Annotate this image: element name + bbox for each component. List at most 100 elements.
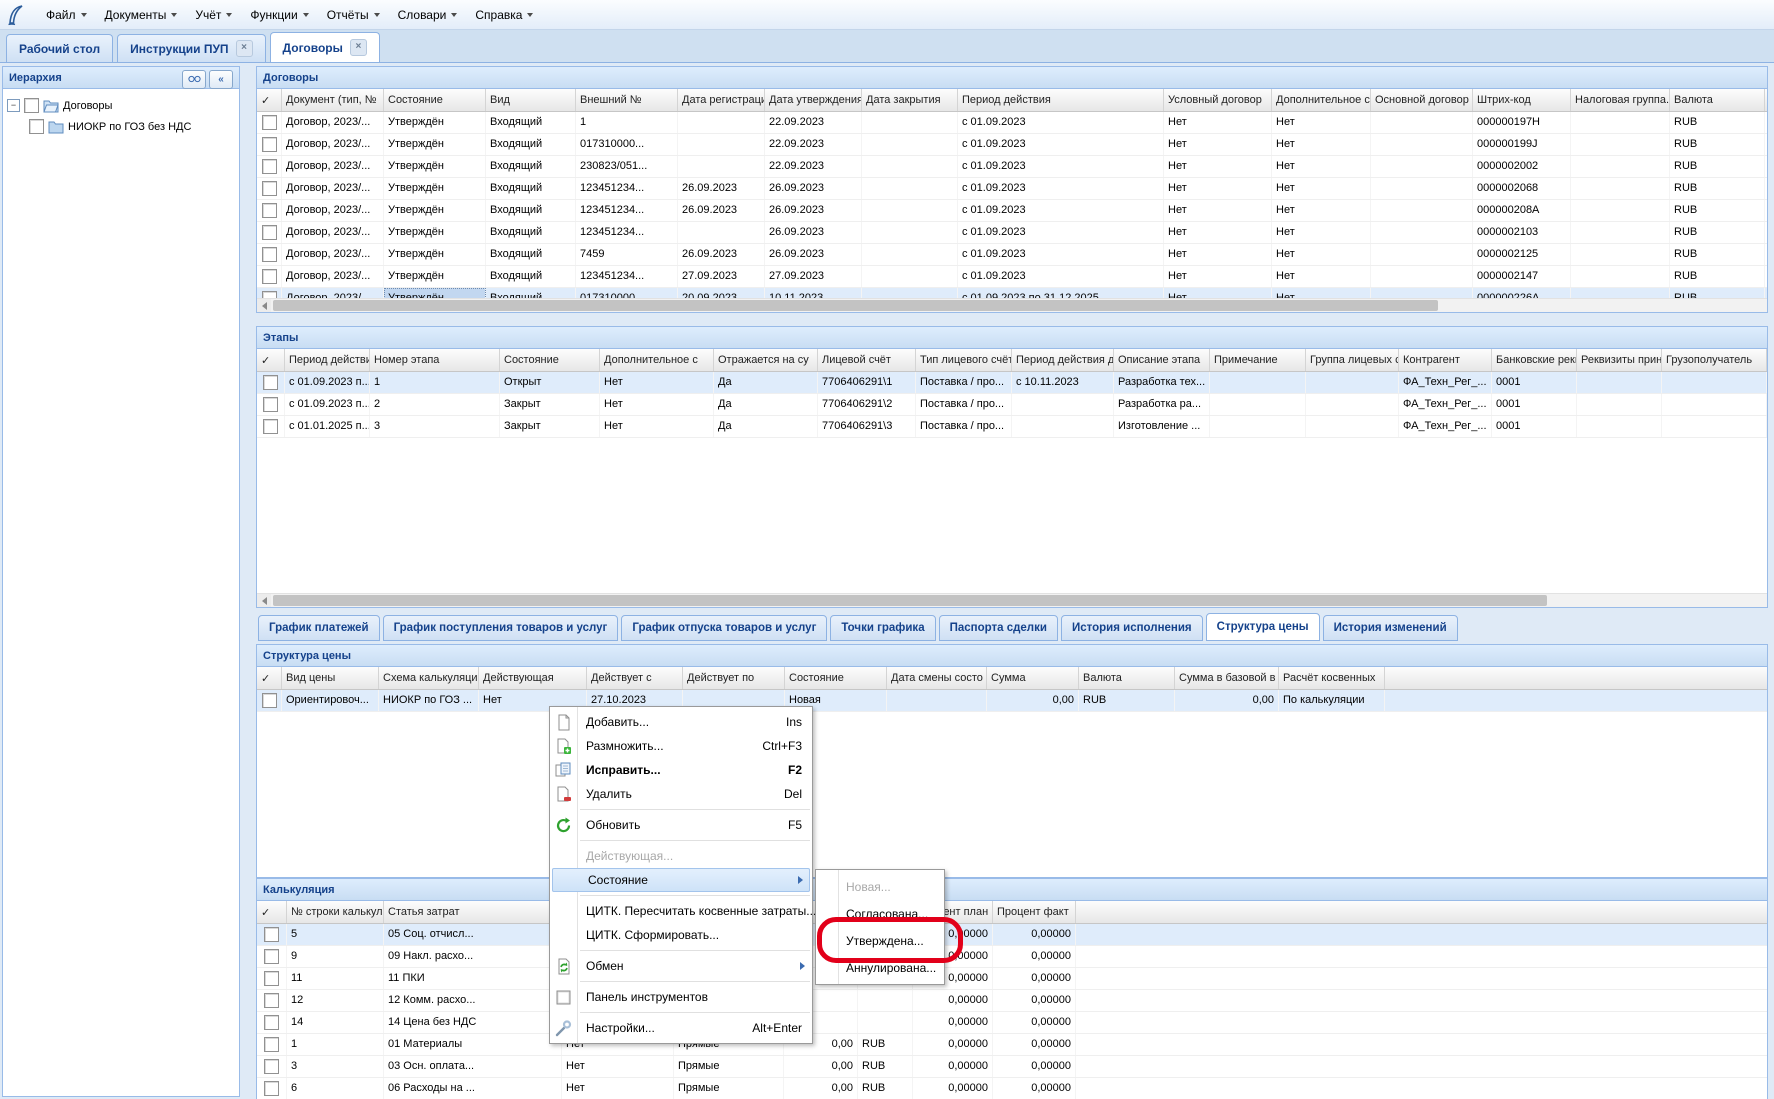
row-checkbox[interactable]	[263, 397, 278, 412]
table-row[interactable]: 1212 Комм. расхо...Нет0,000000,00000	[257, 990, 1767, 1012]
panel-splitter[interactable]	[241, 66, 255, 1097]
menu-item-обмен[interactable]: Обмен	[550, 954, 812, 978]
column-header[interactable]: Сумма в базовой в	[1175, 667, 1279, 689]
column-header[interactable]: Статья затрат	[384, 901, 562, 923]
tab-Договоры[interactable]: Договоры×	[270, 32, 380, 62]
detail-tab-1[interactable]: График платежей	[258, 615, 380, 641]
column-header[interactable]: Условный договор	[1164, 89, 1272, 111]
row-checkbox[interactable]	[262, 159, 277, 174]
scrollbar-thumb[interactable]	[273, 300, 1438, 311]
table-row[interactable]: 606 Расходы на ...НетПрямые0,00RUB0,0000…	[257, 1078, 1767, 1099]
menu-item-размножить-[interactable]: Размножить...Ctrl+F3	[550, 734, 812, 758]
table-row[interactable]: 101 МатериалыНетПрямые0,00RUB0,000000,00…	[257, 1034, 1767, 1056]
column-header[interactable]: ✓	[257, 667, 282, 689]
column-header[interactable]: Банковские рекви	[1492, 349, 1577, 371]
column-header[interactable]: Дата утверждения	[765, 89, 862, 111]
detail-tab-3[interactable]: График отпуска товаров и услуг	[621, 615, 827, 641]
tab-Инструкции ПУП[interactable]: Инструкции ПУП×	[117, 34, 265, 62]
table-row[interactable]: с 01.09.2023 п...1ОткрытНетДа7706406291\…	[257, 372, 1767, 394]
menu-item-удалить[interactable]: УдалитьDel	[550, 782, 812, 806]
search-icon[interactable]	[182, 70, 206, 89]
column-header[interactable]: Действующая	[479, 667, 587, 689]
menu-item-добавить-[interactable]: Добавить...Ins	[550, 710, 812, 734]
column-header[interactable]: ✓	[257, 349, 285, 371]
scrollbar-thumb[interactable]	[273, 595, 1547, 606]
table-row[interactable]: Договор, 2023/...УтверждёнВходящий017310…	[257, 134, 1767, 156]
row-checkbox[interactable]	[264, 971, 279, 986]
column-header[interactable]: Налоговая группа.	[1571, 89, 1670, 111]
table-row[interactable]: Договор, 2023/...УтверждёнВходящий745926…	[257, 244, 1767, 266]
column-header[interactable]: Расчёт косвенных	[1279, 667, 1385, 689]
table-row[interactable]: Договор, 2023/...УтверждёнВходящий122.09…	[257, 112, 1767, 134]
collapse-node-icon[interactable]: −	[7, 99, 20, 112]
column-header[interactable]: № строки калькул	[287, 901, 384, 923]
row-checkbox[interactable]	[262, 137, 277, 152]
row-checkbox[interactable]	[262, 247, 277, 262]
column-header[interactable]: Дата смены состо	[887, 667, 987, 689]
column-header[interactable]: Дополнительное с	[600, 349, 714, 371]
column-header[interactable]: Период действия..	[285, 349, 370, 371]
table-row[interactable]: Договор, 2023/...УтверждёнВходящий123451…	[257, 200, 1767, 222]
column-header[interactable]: Примечание	[1210, 349, 1306, 371]
table-row[interactable]: 505 Соц. отчисл...Нет0,000000,00000	[257, 924, 1767, 946]
column-header[interactable]: Действует с	[587, 667, 683, 689]
row-checkbox[interactable]	[262, 693, 277, 708]
row-checkbox[interactable]	[264, 1081, 279, 1096]
menubar-item-4[interactable]: Функции	[242, 4, 318, 26]
menubar-item-6[interactable]: Словари	[390, 4, 468, 26]
column-header[interactable]: Валюта	[1670, 89, 1765, 111]
row-checkbox[interactable]	[262, 225, 277, 240]
menu-item-новая-[interactable]: Новая...	[816, 873, 944, 900]
row-checkbox[interactable]	[264, 1059, 279, 1074]
table-row[interactable]: 1111 ПКИНет0,000000,00000	[257, 968, 1767, 990]
tab-Рабочий стол[interactable]: Рабочий стол	[6, 34, 113, 62]
row-checkbox[interactable]	[262, 181, 277, 196]
tree-checkbox[interactable]	[29, 119, 44, 134]
table-row[interactable]: Ориентировоч...НИОКР по ГОЗ ...Нет27.10.…	[257, 690, 1767, 712]
column-header[interactable]: Схема калькуляци	[379, 667, 479, 689]
column-header[interactable]: Отражается на су	[714, 349, 818, 371]
menu-item-состояние[interactable]: Состояние	[552, 868, 810, 892]
tree-node-niokr[interactable]: НИОКР по ГОЗ без НДС	[7, 116, 235, 137]
column-header[interactable]: Период действия д	[1012, 349, 1114, 371]
column-header[interactable]: Штрих-код	[1473, 89, 1571, 111]
menubar-item-5[interactable]: Отчёты	[319, 4, 390, 26]
detail-tab-5[interactable]: Паспорта сделки	[939, 615, 1058, 641]
scroll-left-icon[interactable]	[257, 299, 271, 312]
column-header[interactable]: ✓	[257, 89, 282, 111]
contracts-hscrollbar[interactable]	[257, 298, 1767, 312]
column-header[interactable]: Грузополучатель	[1662, 349, 1767, 371]
column-header[interactable]: Дата регистрации.	[678, 89, 765, 111]
tree-checkbox[interactable]	[24, 98, 39, 113]
column-header[interactable]: Контрагент	[1399, 349, 1492, 371]
menubar-item-7[interactable]: Справка	[467, 4, 543, 26]
row-checkbox[interactable]	[264, 1015, 279, 1030]
column-header[interactable]: Дополнительное с	[1272, 89, 1371, 111]
column-header[interactable]: Состояние	[785, 667, 887, 689]
column-header[interactable]: Описание этапа	[1114, 349, 1210, 371]
row-checkbox[interactable]	[264, 993, 279, 1008]
table-row[interactable]: Договор, 2023/...УтверждёнВходящий123451…	[257, 266, 1767, 288]
detail-tab-4[interactable]: Точки графика	[830, 615, 935, 641]
column-header[interactable]: Период действия	[958, 89, 1164, 111]
row-checkbox[interactable]	[262, 203, 277, 218]
column-header[interactable]: Группа лицевых с	[1306, 349, 1399, 371]
column-header[interactable]: Основной договор	[1371, 89, 1473, 111]
menu-item-цитк-сформировать-[interactable]: ЦИТК. Сформировать...	[550, 923, 812, 947]
column-header[interactable]: Тип лицевого счёт	[916, 349, 1012, 371]
table-row[interactable]: с 01.09.2023 п...2ЗакрытНетДа7706406291\…	[257, 394, 1767, 416]
row-checkbox[interactable]	[264, 949, 279, 964]
column-header[interactable]: Сумма	[987, 667, 1079, 689]
menu-item-настройки-[interactable]: Настройки...Alt+Enter	[550, 1016, 812, 1040]
column-header[interactable]: Номер этапа	[370, 349, 500, 371]
column-header[interactable]: Документ (тип, №	[282, 89, 384, 111]
table-row[interactable]: 303 Осн. оплата...НетПрямые0,00RUB0,0000…	[257, 1056, 1767, 1078]
detail-tab-2[interactable]: График поступления товаров и услуг	[383, 615, 619, 641]
close-icon[interactable]: ×	[236, 40, 253, 57]
table-row[interactable]: с 01.01.2025 п...3ЗакрытНетДа7706406291\…	[257, 416, 1767, 438]
row-checkbox[interactable]	[264, 1037, 279, 1052]
row-checkbox[interactable]	[263, 375, 278, 390]
stages-hscrollbar[interactable]	[257, 593, 1767, 607]
menu-item-обновить[interactable]: ОбновитьF5	[550, 813, 812, 837]
menubar-item-3[interactable]: Учёт	[187, 4, 242, 26]
